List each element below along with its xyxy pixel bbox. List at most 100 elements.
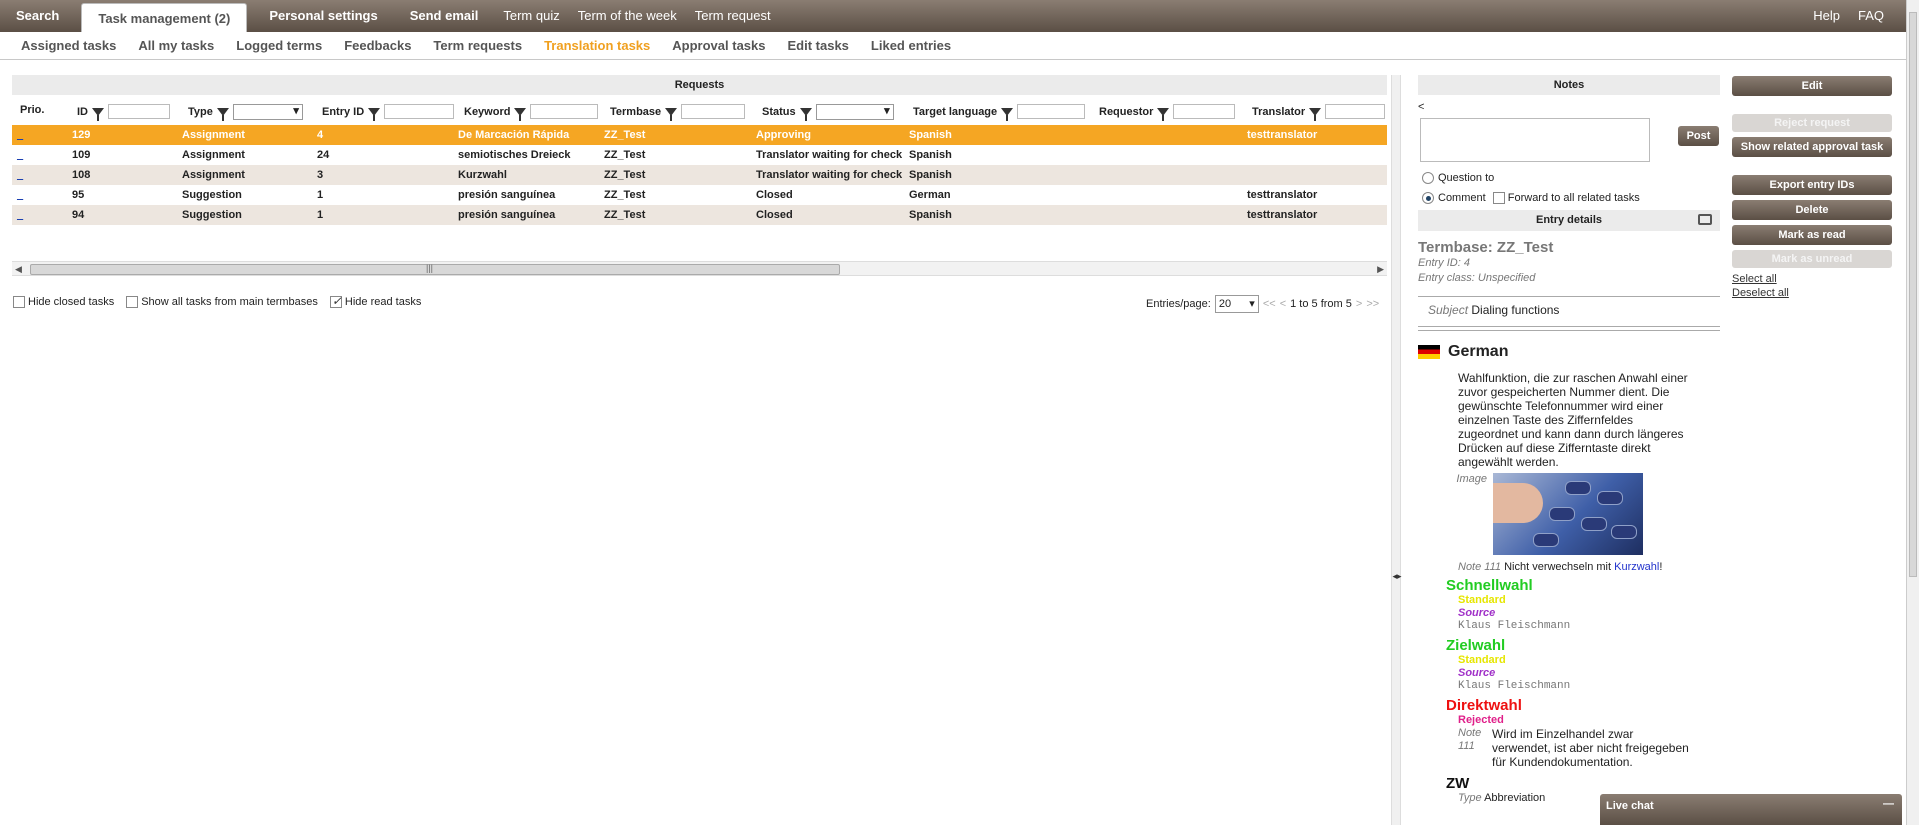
tab-personal-settings[interactable]: Personal settings xyxy=(253,0,393,32)
prio-link[interactable]: _ xyxy=(17,125,23,145)
page-scrollbar[interactable] xyxy=(1906,0,1919,825)
col-termbase[interactable]: Termbase xyxy=(610,104,746,121)
tab-term-of-the-week[interactable]: Term of the week xyxy=(569,0,686,32)
hide-read-checkbox[interactable] xyxy=(329,294,342,309)
col-translator[interactable]: Translator xyxy=(1252,104,1386,121)
filter-icon[interactable] xyxy=(799,108,812,121)
comment-option[interactable]: Comment Forward to all related tasks xyxy=(1422,192,1640,205)
hide-read-option[interactable]: Hide read tasks xyxy=(329,294,421,309)
question-to-radio[interactable] xyxy=(1422,172,1434,185)
tab-search[interactable]: Search xyxy=(0,0,75,32)
filter-status-select[interactable] xyxy=(815,104,894,120)
filter-icon[interactable] xyxy=(1309,107,1322,121)
filter-icon[interactable] xyxy=(92,107,104,121)
delete-button[interactable]: Delete xyxy=(1732,200,1892,220)
filter-icon[interactable] xyxy=(1001,107,1014,121)
page-scrollbar-thumb[interactable] xyxy=(1909,12,1917,577)
prio-link[interactable]: _ xyxy=(17,185,23,205)
prev-page-link[interactable]: < xyxy=(1280,298,1286,310)
action-buttons: Edit Reject request Show related approva… xyxy=(1732,76,1892,301)
comment-icon[interactable] xyxy=(1698,214,1712,225)
subnav-term-requests[interactable]: Term requests xyxy=(422,38,533,53)
prio-link[interactable]: _ xyxy=(17,145,23,165)
subnav-liked-entries[interactable]: Liked entries xyxy=(860,38,962,53)
edit-button[interactable]: Edit xyxy=(1732,76,1892,96)
next-page-link[interactable]: > xyxy=(1356,298,1362,310)
filter-requestor-input[interactable] xyxy=(1173,104,1236,119)
hide-closed-option[interactable]: Hide closed tasks xyxy=(13,296,114,309)
prio-link[interactable]: _ xyxy=(17,205,23,225)
horizontal-scrollbar[interactable]: ◀ ||| ▶ xyxy=(12,261,1387,276)
subnav-logged-terms[interactable]: Logged terms xyxy=(225,38,333,53)
subnav-edit-tasks[interactable]: Edit tasks xyxy=(776,38,859,53)
subnav-translation-tasks[interactable]: Translation tasks xyxy=(533,38,661,53)
panel-splitter[interactable]: ◂▸ xyxy=(1391,75,1402,825)
col-requestor[interactable]: Requestor xyxy=(1099,104,1236,121)
subnav-approval-tasks[interactable]: Approval tasks xyxy=(661,38,776,53)
tab-task-management[interactable]: Task management (2) xyxy=(81,3,248,32)
show-all-checkbox[interactable] xyxy=(126,296,139,309)
filter-entry-id-input[interactable] xyxy=(384,104,455,119)
table-row[interactable]: _ 109 Assignment 24 semiotisches Dreieck… xyxy=(12,145,1387,165)
first-page-link[interactable]: << xyxy=(1263,298,1276,310)
filter-keyword-input[interactable] xyxy=(530,104,599,119)
splitter-arrows-icon[interactable]: ◂▸ xyxy=(1392,571,1402,582)
last-page-link[interactable]: >> xyxy=(1366,298,1379,310)
notes-back-link[interactable]: < xyxy=(1418,101,1720,113)
table-row[interactable]: _ 95 Suggestion 1 presión sanguínea ZZ_T… xyxy=(12,185,1387,205)
kurzwahl-link[interactable]: Kurzwahl xyxy=(1614,561,1659,573)
scroll-left-icon[interactable]: ◀ xyxy=(15,264,22,275)
post-button[interactable]: Post xyxy=(1678,126,1719,146)
export-entry-ids-button[interactable]: Export entry IDs xyxy=(1732,175,1892,195)
filter-icon[interactable] xyxy=(216,108,229,121)
col-status[interactable]: Status xyxy=(762,104,894,121)
comment-radio[interactable] xyxy=(1422,192,1434,205)
filter-icon[interactable] xyxy=(514,107,527,121)
scroll-right-icon[interactable]: ▶ xyxy=(1377,264,1384,275)
term-direktwahl[interactable]: Direktwahl xyxy=(1446,697,1720,714)
col-entry-id[interactable]: Entry ID xyxy=(322,104,455,121)
scrollbar-thumb[interactable]: ||| xyxy=(30,263,840,275)
filter-id-input[interactable] xyxy=(108,104,170,119)
term-zw[interactable]: ZW xyxy=(1446,775,1720,792)
prio-link[interactable]: _ xyxy=(17,165,23,185)
subnav-feedbacks[interactable]: Feedbacks xyxy=(333,38,422,53)
filter-target-input[interactable] xyxy=(1017,104,1086,119)
tab-term-request[interactable]: Term request xyxy=(686,0,780,32)
term-schnellwahl[interactable]: Schnellwahl xyxy=(1446,577,1720,594)
term-zielwahl[interactable]: Zielwahl xyxy=(1446,637,1720,654)
live-chat-bar[interactable]: Live chat — xyxy=(1600,794,1902,825)
show-related-approval-button[interactable]: Show related approval task xyxy=(1732,137,1892,157)
table-row[interactable]: _ 129 Assignment 4 De Marcación Rápida Z… xyxy=(12,125,1387,145)
col-target-language[interactable]: Target language xyxy=(913,104,1086,121)
col-id[interactable]: ID xyxy=(77,104,170,121)
select-all-link[interactable]: Select all xyxy=(1732,273,1892,285)
subnav-assigned-tasks[interactable]: Assigned tasks xyxy=(10,38,127,53)
filter-termbase-input[interactable] xyxy=(681,104,746,119)
faq-link[interactable]: FAQ xyxy=(1849,0,1906,32)
tab-term-quiz[interactable]: Term quiz xyxy=(494,0,568,32)
table-row[interactable]: _ 94 Suggestion 1 presión sanguínea ZZ_T… xyxy=(12,205,1387,225)
hide-closed-checkbox[interactable] xyxy=(13,296,25,309)
show-all-option[interactable]: Show all tasks from main termbases xyxy=(126,296,318,309)
mark-as-read-button[interactable]: Mark as read xyxy=(1732,225,1892,245)
filter-translator-input[interactable] xyxy=(1325,104,1386,119)
forward-checkbox[interactable] xyxy=(1492,192,1505,205)
question-to-option[interactable]: Question to xyxy=(1422,172,1494,185)
col-keyword[interactable]: Keyword xyxy=(464,104,599,121)
col-prio[interactable]: Prio. xyxy=(20,104,44,116)
minimize-icon[interactable]: — xyxy=(1883,798,1894,810)
note-textarea[interactable] xyxy=(1420,118,1650,162)
filter-icon[interactable] xyxy=(1157,107,1170,121)
filter-icon[interactable] xyxy=(368,107,381,121)
col-type[interactable]: Type xyxy=(188,104,303,121)
table-row[interactable]: _ 108 Assignment 3 Kurzwahl ZZ_Test Tran… xyxy=(12,165,1387,185)
phone-keypad-image[interactable] xyxy=(1493,473,1643,555)
tab-send-email[interactable]: Send email xyxy=(394,0,495,32)
deselect-all-link[interactable]: Deselect all xyxy=(1732,287,1892,299)
filter-icon[interactable] xyxy=(665,107,678,121)
filter-type-select[interactable] xyxy=(232,104,303,120)
help-link[interactable]: Help xyxy=(1804,0,1849,32)
subnav-all-my-tasks[interactable]: All my tasks xyxy=(127,38,225,53)
entries-per-page-select[interactable]: 20 xyxy=(1214,295,1259,313)
